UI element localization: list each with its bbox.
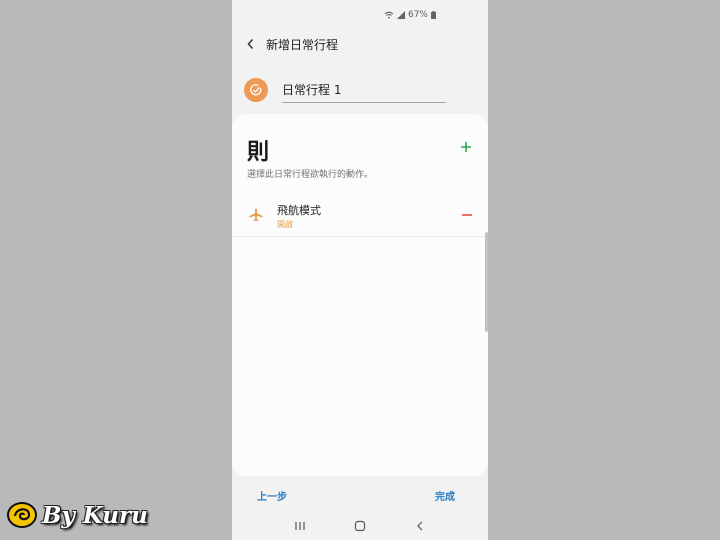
recent-apps-button[interactable] — [289, 515, 311, 537]
watermark-text: By Kuru — [42, 501, 148, 529]
status-bar: 67% — [384, 8, 436, 22]
remove-action-button[interactable] — [459, 207, 475, 223]
done-button[interactable]: 完成 — [435, 488, 455, 503]
phone-screen: 67% 新增日常行程 日常行程 1 則 選擇此日常行程欲執行的動作。 飛航模式 … — [232, 0, 488, 540]
recent-apps-icon — [295, 522, 305, 530]
action-status: 開啟 — [277, 220, 293, 229]
battery-icon — [431, 11, 436, 19]
then-subtitle: 選擇此日常行程欲執行的動作。 — [247, 170, 374, 180]
back-arrow-icon — [417, 521, 423, 531]
home-icon — [354, 520, 366, 532]
routine-name-field[interactable]: 日常行程 1 — [282, 78, 446, 103]
wifi-icon — [384, 11, 394, 19]
system-back-button[interactable] — [409, 515, 431, 537]
action-name: 飛航模式 — [277, 204, 321, 217]
watermark-logo-icon — [7, 502, 37, 528]
scroll-indicator — [485, 232, 488, 332]
navigation-bar — [232, 514, 488, 538]
routine-check-icon — [250, 84, 262, 96]
routine-icon[interactable] — [244, 78, 268, 102]
routine-name-row: 日常行程 1 — [244, 75, 474, 105]
page-title: 新增日常行程 — [266, 37, 339, 52]
plus-icon — [461, 142, 471, 152]
action-item[interactable]: 飛航模式 開啟 — [232, 194, 488, 237]
battery-percent: 67% — [407, 10, 428, 20]
minus-icon — [462, 214, 472, 216]
previous-button[interactable]: 上一步 — [257, 488, 287, 503]
then-heading: 則 — [247, 140, 270, 165]
watermark: By Kuru — [6, 498, 148, 532]
header: 新增日常行程 — [232, 33, 488, 55]
chevron-left-icon — [246, 39, 253, 49]
signal-icon — [396, 11, 405, 19]
home-button[interactable] — [349, 515, 371, 537]
airplane-icon — [249, 208, 263, 222]
add-action-button[interactable] — [457, 138, 475, 156]
routine-name-value: 日常行程 1 — [282, 83, 342, 97]
back-button[interactable] — [240, 34, 260, 54]
then-card: 則 選擇此日常行程欲執行的動作。 飛航模式 開啟 — [232, 114, 488, 476]
